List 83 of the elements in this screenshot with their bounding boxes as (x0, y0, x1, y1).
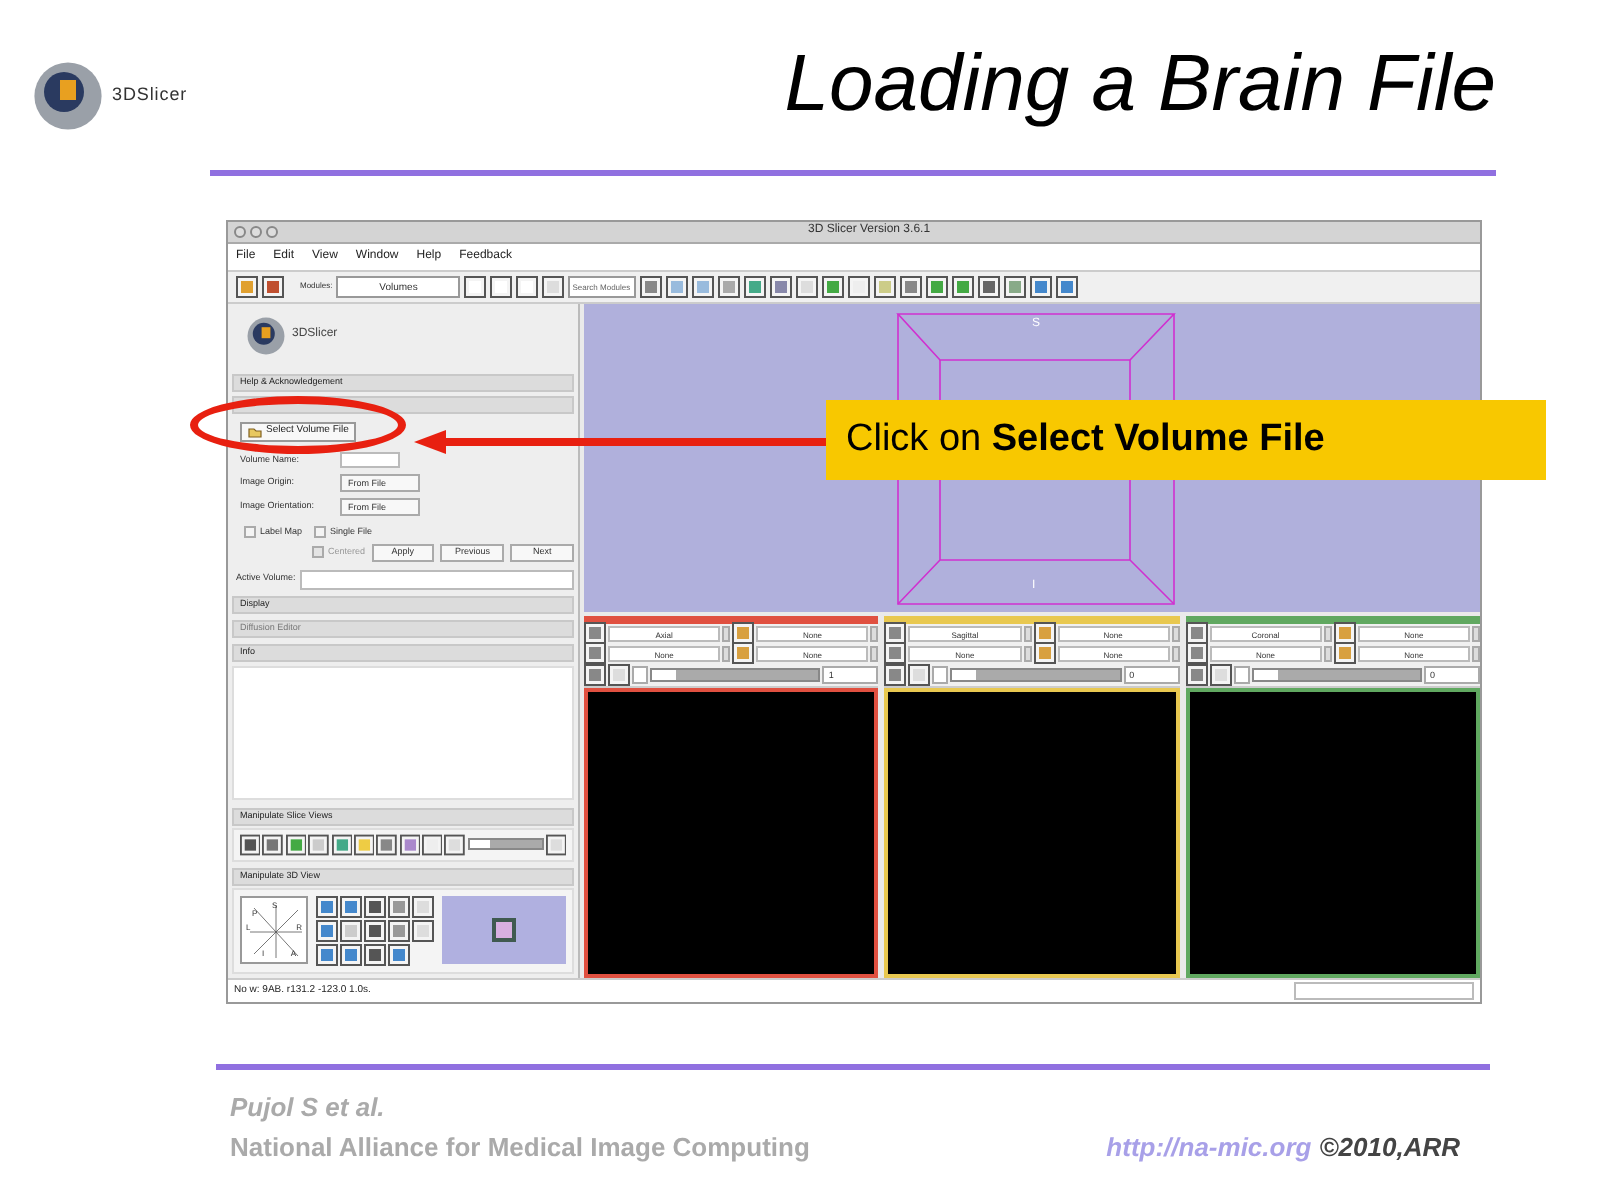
slider-thumb[interactable] (652, 669, 676, 680)
toolbar-icon[interactable] (240, 833, 261, 856)
toolbar-icon[interactable] (884, 622, 907, 645)
slider-thumb[interactable] (952, 669, 977, 680)
toolbar-icon[interactable] (364, 919, 386, 942)
toolbar-icon[interactable] (516, 275, 539, 298)
toolbar-icon[interactable] (1185, 622, 1208, 645)
toolbar-icon[interactable] (316, 895, 338, 918)
logo-icon (28, 56, 108, 136)
toolbar-icon[interactable] (376, 833, 398, 856)
toolbar-icon[interactable] (399, 833, 420, 856)
view-thumbnail (442, 896, 566, 965)
toolbar-icon[interactable] (926, 275, 949, 298)
toolbar-icon[interactable] (340, 919, 362, 942)
arrow-icon (410, 428, 830, 456)
toolbar-icon[interactable] (308, 833, 329, 856)
toolbar-icon[interactable] (331, 833, 352, 856)
toolbar-icon[interactable] (796, 275, 819, 298)
toolbar-icon[interactable] (744, 275, 767, 298)
toolbar-icon[interactable] (770, 275, 793, 298)
toolbar-icon[interactable] (388, 919, 410, 942)
toolbar-icon[interactable] (908, 663, 931, 686)
toolbar-icon[interactable] (262, 275, 284, 298)
toolbar-icon[interactable] (490, 275, 513, 298)
toolbar-icon[interactable] (718, 275, 741, 298)
folder-icon (248, 425, 262, 438)
toolbar-icon[interactable] (884, 663, 907, 686)
toolbar-icon[interactable] (732, 642, 755, 665)
slider-track[interactable] (467, 838, 544, 851)
toolbar-icon[interactable] (1056, 275, 1079, 298)
toolbar-icon[interactable] (692, 275, 715, 298)
toolbar-icon[interactable] (608, 663, 630, 686)
toolbar-icon[interactable] (1185, 642, 1208, 665)
slider-thumb[interactable] (1253, 669, 1278, 680)
toolbar-icon[interactable] (1033, 622, 1055, 645)
logo-icon (244, 313, 288, 358)
toolbar-icon[interactable] (1185, 663, 1208, 686)
toolbar-icon[interactable] (364, 895, 386, 918)
volume-name-field[interactable] (340, 451, 400, 468)
toolbar-icon[interactable] (1030, 275, 1053, 298)
toolbar-icon[interactable] (1333, 622, 1356, 645)
logo-text: 3DSlicer (112, 82, 188, 109)
toolbar-icon[interactable] (388, 895, 410, 918)
toolbar-icon[interactable] (1004, 275, 1027, 298)
toolbar-icon[interactable] (584, 642, 606, 665)
toolbar-icon[interactable] (340, 895, 362, 918)
toolbar-icon[interactable] (412, 919, 434, 942)
toolbar-icon[interactable] (262, 833, 284, 856)
toolbar-icon[interactable] (285, 833, 307, 856)
toolbar-icon[interactable] (900, 275, 923, 298)
toolbar-icon[interactable] (364, 943, 386, 966)
toolbar-icon[interactable] (822, 275, 845, 298)
slider-thumb[interactable] (469, 840, 490, 849)
toolbar-icon[interactable] (545, 833, 566, 856)
toolbar-icon[interactable] (732, 622, 755, 645)
toolbar-icon[interactable] (316, 919, 338, 942)
toolbar-icon[interactable] (340, 943, 362, 966)
callout-text: Click on Select Volume File (826, 400, 1546, 480)
toolbar-icon[interactable] (978, 275, 1001, 298)
toolbar-icon[interactable] (884, 642, 907, 665)
toolbar-icon[interactable] (874, 275, 897, 298)
toolbar-icon[interactable] (584, 663, 606, 686)
toolbar-icon[interactable] (236, 275, 258, 298)
toolbar-icon[interactable] (444, 833, 466, 856)
slide-title: Loading a Brain File (784, 44, 1496, 124)
author-text: Pujol S et al. (230, 1090, 387, 1126)
toolbar-icon[interactable] (412, 895, 434, 918)
toolbar-icon[interactable] (388, 943, 410, 966)
copyright-text: ©2010,ARR (1319, 1129, 1460, 1165)
toolbar-icon[interactable] (952, 275, 975, 298)
toolbar-icon[interactable] (848, 275, 871, 298)
toolbar-icon[interactable] (584, 622, 606, 645)
organization-text: National Alliance for Medical Image Computing (230, 1129, 810, 1166)
toolbar-icon[interactable] (464, 275, 487, 298)
toolbar-icon[interactable] (353, 833, 375, 856)
toolbar-icon[interactable] (542, 275, 565, 298)
toolbar-icon[interactable] (1209, 663, 1232, 686)
toolbar-icon[interactable] (422, 833, 443, 856)
toolbar-icon[interactable] (640, 275, 663, 298)
toolbar-icon[interactable] (316, 943, 338, 966)
toolbar-icon[interactable] (666, 275, 689, 298)
toolbar-icon[interactable] (1333, 642, 1356, 665)
toolbar-icon[interactable] (1033, 642, 1055, 665)
